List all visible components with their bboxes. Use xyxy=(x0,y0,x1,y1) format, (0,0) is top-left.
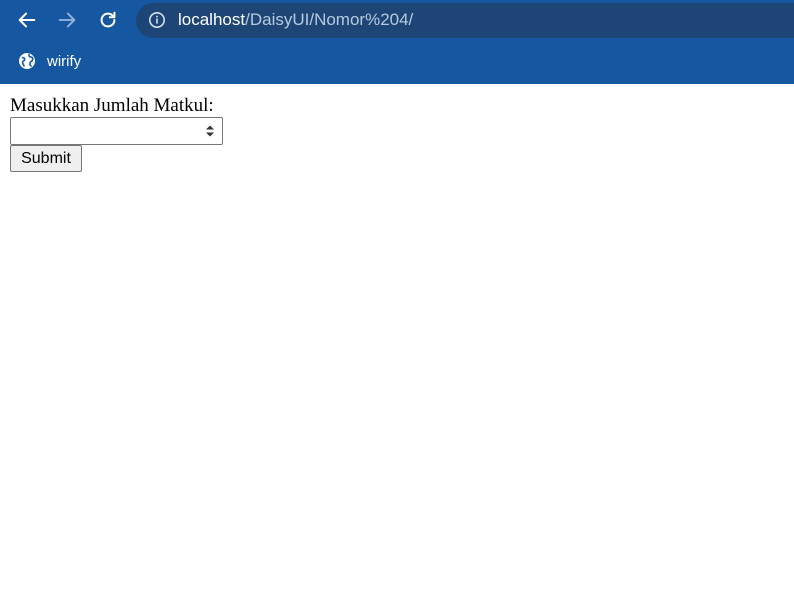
page-content: Masukkan Jumlah Matkul: Submit xyxy=(10,95,223,172)
arrow-left-icon xyxy=(18,12,36,28)
url-path: /DaisyUI/Nomor%204/ xyxy=(245,10,414,29)
spin-up-icon[interactable] xyxy=(206,125,214,130)
matkul-count-input[interactable] xyxy=(11,118,201,144)
reload-button[interactable] xyxy=(96,8,120,32)
arrow-right-icon xyxy=(58,12,76,28)
number-spinner[interactable] xyxy=(204,123,216,139)
matkul-count-input-box[interactable] xyxy=(10,117,223,145)
bookmark-wirify[interactable]: wirify xyxy=(18,51,81,71)
url-host: localhost xyxy=(178,10,246,29)
forward-button[interactable] xyxy=(55,8,79,32)
browser-toolbar: localhost/DaisyUI/Nomor%204/ wirify xyxy=(0,0,794,84)
globe-icon xyxy=(19,53,35,69)
back-button[interactable] xyxy=(15,8,39,32)
submit-button[interactable]: Submit xyxy=(10,145,82,172)
info-icon[interactable] xyxy=(148,11,166,29)
url-text[interactable]: localhost/DaisyUI/Nomor%204/ xyxy=(178,10,413,30)
reload-icon xyxy=(100,11,116,28)
spin-down-icon[interactable] xyxy=(206,132,214,137)
bookmark-label: wirify xyxy=(47,52,82,70)
matkul-count-label: Masukkan Jumlah Matkul: xyxy=(10,95,214,116)
